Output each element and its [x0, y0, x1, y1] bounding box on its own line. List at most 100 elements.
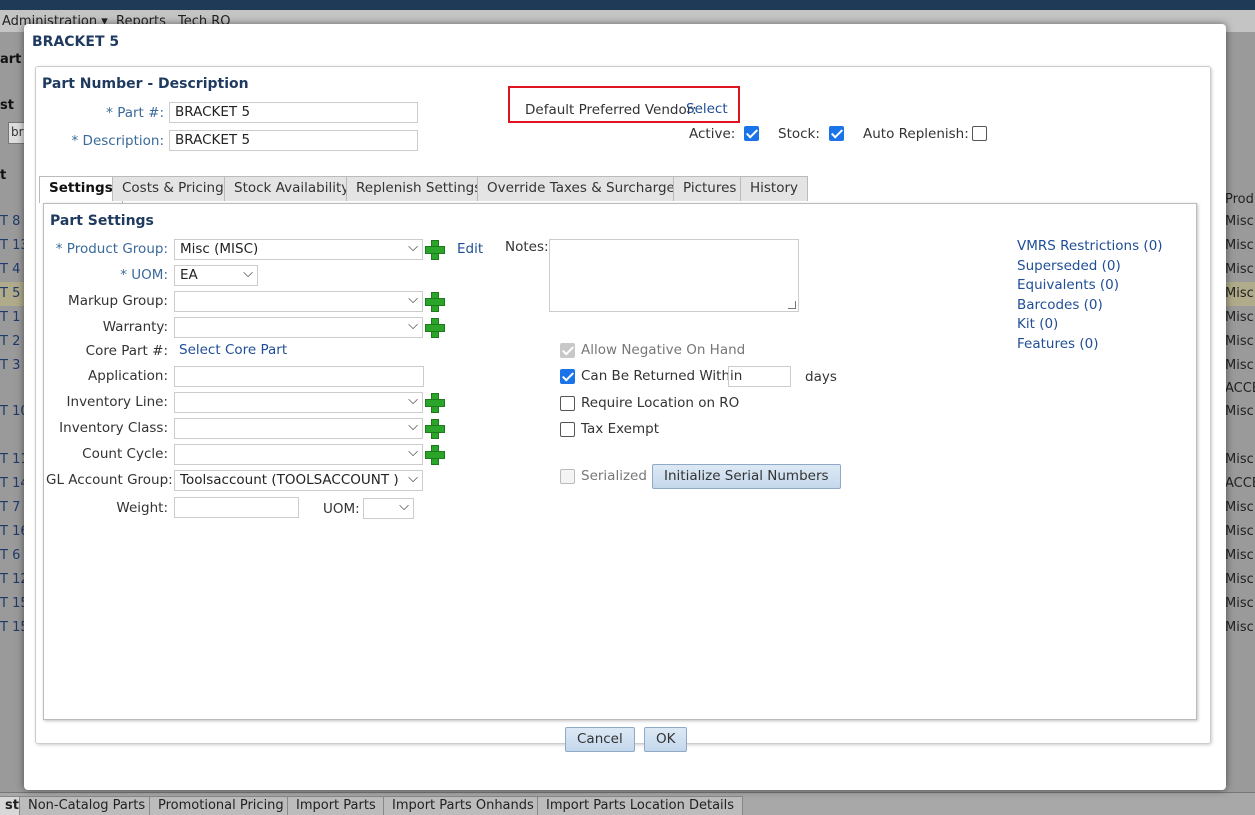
auto-replenish-label: Auto Replenish: [863, 126, 969, 142]
inventory-class-select[interactable]: ⌵ [174, 418, 423, 439]
notes-label: Notes: [505, 239, 549, 255]
tab-stock-availability[interactable]: Stock Availability [224, 176, 360, 201]
bg-row-product: ACCE [1225, 476, 1255, 491]
gl-account-group-select[interactable]: Toolsaccount (TOOLSACCOUNT ) ⌵ [174, 470, 423, 491]
add-inventory-class-icon[interactable] [425, 419, 445, 439]
chevron-down-icon: ⌵ [408, 471, 418, 486]
add-inventory-line-icon[interactable] [425, 393, 445, 413]
bg-row-link[interactable]: T 4 [0, 262, 20, 277]
edit-product-group-link[interactable]: Edit [457, 241, 483, 257]
bg-row-product: Misc [1225, 452, 1254, 467]
stock-checkbox[interactable] [829, 126, 844, 141]
resize-handle-icon[interactable] [788, 301, 796, 309]
bg-column-header: t [0, 168, 7, 183]
features-link[interactable]: Features (0) [1017, 336, 1098, 352]
serialized-label: Serialized [581, 468, 647, 484]
part-number-label: * Part #: [106, 105, 164, 121]
require-location-label: Require Location on RO [581, 395, 740, 411]
bg-row-link[interactable]: T 2 [0, 334, 20, 349]
allow-negative-label: Allow Negative On Hand [581, 342, 746, 358]
weight-input[interactable] [174, 497, 299, 518]
equivalents-link[interactable]: Equivalents (0) [1017, 277, 1119, 293]
auto-replenish-checkbox[interactable] [972, 126, 987, 141]
bg-row-link[interactable]: T 3 [0, 358, 20, 373]
inventory-line-select[interactable]: ⌵ [174, 392, 423, 413]
chevron-down-icon: ⌵ [408, 445, 418, 460]
serialized-checkbox [560, 469, 575, 484]
bg-row-link[interactable]: T 5 [0, 286, 20, 301]
notes-textarea[interactable] [549, 239, 799, 312]
bg-tab-promotional-pricing[interactable]: Promotional Pricing [149, 796, 293, 815]
bg-row-product: Misc [1225, 524, 1254, 539]
product-group-select[interactable]: Misc (MISC) ⌵ [174, 239, 423, 260]
application-label: Application: [88, 368, 168, 384]
inventory-class-label: Inventory Class: [59, 420, 168, 436]
tab-replenish-settings[interactable]: Replenish Settings [346, 176, 492, 201]
tab-costs-pricing[interactable]: Costs & Pricing [112, 176, 234, 201]
bg-tab-import-parts-onhands[interactable]: Import Parts Onhands [383, 796, 543, 815]
part-edit-dialog: BRACKET 5 Part Number - Description * Pa… [24, 24, 1226, 790]
active-label: Active: [689, 126, 736, 142]
part-number-input[interactable]: BRACKET 5 [169, 102, 418, 123]
tab-history[interactable]: History [740, 176, 809, 201]
app-top-bar [0, 0, 1255, 10]
description-label: * Description: [71, 133, 164, 149]
superseded-link[interactable]: Superseded (0) [1017, 258, 1121, 274]
chevron-down-icon: ⌵ [408, 318, 418, 333]
tax-exempt-label: Tax Exempt [581, 421, 659, 437]
add-product-group-icon[interactable] [425, 240, 445, 260]
bg-tab-non-catalog-parts[interactable]: Non-Catalog Parts [19, 796, 155, 815]
bg-row-product: Misc [1225, 214, 1254, 229]
tab-override-taxes[interactable]: Override Taxes & Surcharges [477, 176, 692, 201]
uom-select[interactable]: EA ⌵ [174, 265, 258, 286]
chevron-down-icon: ⌵ [408, 292, 418, 307]
bg-row-product: Misc [1225, 548, 1254, 563]
ok-button[interactable]: OK [644, 727, 688, 752]
bg-tab-import-parts-location-details[interactable]: Import Parts Location Details [537, 796, 744, 815]
bg-row-product: Misc [1225, 596, 1254, 611]
description-input[interactable]: BRACKET 5 [169, 130, 418, 151]
tax-exempt-checkbox[interactable] [560, 422, 575, 437]
count-cycle-label: Count Cycle: [82, 446, 168, 462]
select-core-part-link[interactable]: Select Core Part [179, 342, 287, 358]
markup-group-select[interactable]: ⌵ [174, 291, 423, 312]
require-location-checkbox[interactable] [560, 396, 575, 411]
chevron-down-icon: ⌵ [243, 266, 253, 281]
bg-row-link[interactable]: T 7 [0, 500, 20, 515]
kit-link[interactable]: Kit (0) [1017, 316, 1058, 332]
bg-row-link[interactable]: T 8 [0, 214, 20, 229]
warranty-select[interactable]: ⌵ [174, 317, 423, 338]
product-group-label: * Product Group: [55, 241, 168, 257]
weight-label: Weight: [116, 500, 168, 516]
initialize-serial-numbers-button[interactable]: Initialize Serial Numbers [652, 464, 841, 489]
bg-row-product: Misc [1225, 500, 1254, 515]
application-input[interactable] [174, 366, 424, 387]
bg-tab-import-parts[interactable]: Import Parts [287, 796, 385, 815]
bg-row-product: Misc [1225, 262, 1254, 277]
vendor-highlight-box [508, 86, 740, 123]
bg-row-link[interactable]: T 1 [0, 310, 20, 325]
allow-negative-checkbox [560, 343, 575, 358]
can-be-returned-checkbox[interactable] [560, 369, 575, 384]
add-warranty-icon[interactable] [425, 318, 445, 338]
barcodes-link[interactable]: Barcodes (0) [1017, 297, 1103, 313]
core-part-label: Core Part #: [85, 343, 168, 359]
bg-column-header-product: Produ [1225, 192, 1255, 207]
add-count-cycle-icon[interactable] [425, 445, 445, 465]
tab-settings[interactable]: Settings [39, 176, 123, 203]
tab-pictures[interactable]: Pictures [673, 176, 747, 201]
settings-tab-content: Part Settings * Product Group: Misc (MIS… [43, 203, 1197, 720]
cancel-button[interactable]: Cancel [565, 727, 635, 752]
can-be-returned-label: Can Be Returned Within [581, 368, 743, 384]
bg-row-link[interactable]: T 6 [0, 548, 20, 563]
return-days-input[interactable] [728, 366, 791, 387]
chevron-down-icon: ⌵ [399, 499, 409, 514]
active-checkbox[interactable] [744, 126, 759, 141]
weight-uom-select[interactable]: ⌵ [363, 498, 414, 519]
markup-group-label: Markup Group: [68, 293, 168, 309]
count-cycle-select[interactable]: ⌵ [174, 444, 423, 465]
vmrs-restrictions-link[interactable]: VMRS Restrictions (0) [1017, 238, 1163, 254]
part-panel: Part Number - Description * Part #: BRAC… [35, 66, 1211, 744]
bg-row-product: Misc [1225, 238, 1254, 253]
add-markup-group-icon[interactable] [425, 292, 445, 312]
